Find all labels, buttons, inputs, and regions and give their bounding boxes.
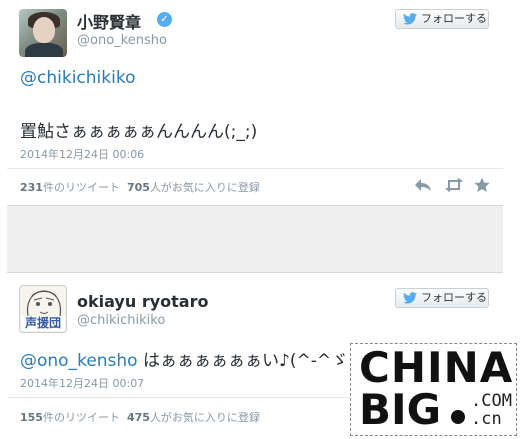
favorite-label: 人がお気に入りに登録 — [149, 411, 260, 424]
tweet-text: 置鮎さぁぁぁぁぁんんんん(;_;) — [20, 122, 258, 142]
avatar[interactable] — [19, 9, 67, 57]
tweet-stats: 231件のリツイート 705人がお気に入りに登録 — [20, 179, 260, 195]
tweet-card-1: 小野賢章 ✓ @ono_kensho フォローする @chikichikiko … — [7, 0, 503, 205]
verified-badge-icon: ✓ — [157, 12, 172, 27]
mention-link[interactable]: @chikichikiko — [20, 68, 135, 88]
favorite-count[interactable]: 705 — [127, 181, 150, 194]
tweet-timestamp[interactable]: 2014年12月24日 00:07 — [20, 375, 144, 391]
watermark: CHINA BIG .COM .cn — [350, 343, 517, 436]
watermark-line1: CHINA — [359, 343, 514, 392]
favorite-icon[interactable] — [474, 177, 492, 193]
avatar-stamp-text: 声援団 — [21, 316, 65, 331]
twitter-bird-icon — [403, 13, 417, 25]
divider — [7, 168, 503, 169]
avatar-face — [33, 17, 55, 43]
follow-button[interactable]: フォローする — [395, 288, 489, 308]
retweet-count[interactable]: 155 — [20, 411, 43, 424]
user-name[interactable]: okiayu ryotaro — [77, 292, 208, 311]
tweet-mention-line: @chikichikiko — [20, 68, 135, 88]
tweet-separator — [7, 205, 503, 273]
user-name[interactable]: 小野賢章 — [77, 9, 141, 33]
retweet-label: 件のリツイート — [42, 411, 120, 424]
favorite-label: 人がお気に入りに登録 — [149, 181, 260, 194]
twitter-bird-icon — [403, 292, 417, 304]
user-handle[interactable]: @ono_kensho — [77, 33, 167, 48]
avatar-body — [25, 43, 63, 57]
follow-label: フォローする — [421, 12, 487, 25]
follow-button[interactable]: フォローする — [395, 9, 489, 29]
retweet-icon[interactable] — [444, 177, 463, 193]
watermark-suffix: .COM .cn — [471, 391, 512, 429]
follow-label: フォローする — [421, 291, 487, 304]
tweet-timestamp[interactable]: 2014年12月24日 00:06 — [20, 146, 144, 162]
mention-link[interactable]: @ono_kensho — [20, 351, 138, 371]
reply-icon[interactable] — [414, 177, 432, 193]
favorite-count[interactable]: 475 — [127, 411, 150, 424]
retweet-label: 件のリツイート — [42, 181, 120, 194]
tweet-text-line: @ono_kensho はぁぁぁぁぁぁい♪(^-^ゞ — [20, 346, 348, 371]
watermark-line2: BIG — [359, 385, 442, 434]
avatar-drawing — [26, 290, 62, 317]
retweet-count[interactable]: 231 — [20, 181, 43, 194]
watermark-dot — [451, 410, 465, 424]
tweet-text: はぁぁぁぁぁぁい♪(^-^ゞ — [137, 351, 349, 371]
avatar[interactable]: 声援団 — [19, 285, 67, 333]
user-handle[interactable]: @chikichikiko — [77, 313, 165, 328]
tweet-stats: 155件のリツイート 475人がお気に入りに登録 — [20, 409, 260, 425]
